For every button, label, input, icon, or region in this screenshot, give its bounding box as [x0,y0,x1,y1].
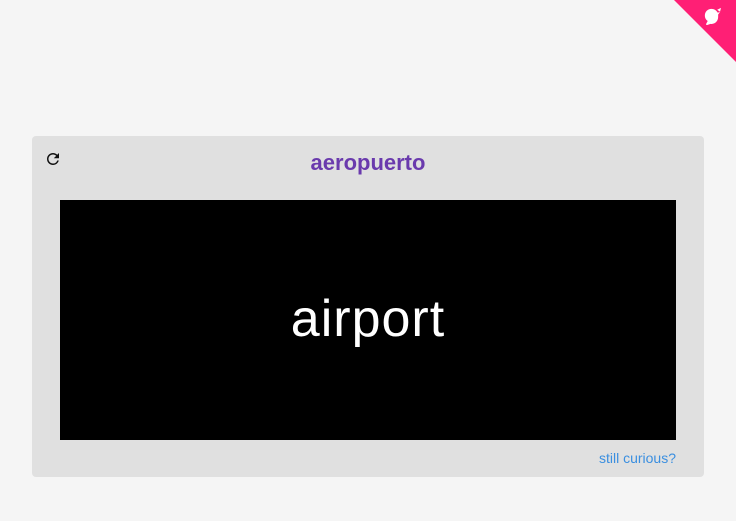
word-title: aeropuerto [310,150,426,175]
translation-card[interactable]: airport [60,200,676,440]
still-curious-link[interactable]: still curious? [599,450,676,466]
github-octocat-icon [674,0,736,62]
page: aeropuerto airport still curious? [0,0,736,521]
github-corner-link[interactable] [674,0,736,62]
translation-text: airport [290,290,446,348]
flashcard-panel: aeropuerto airport still curious? [32,136,704,477]
